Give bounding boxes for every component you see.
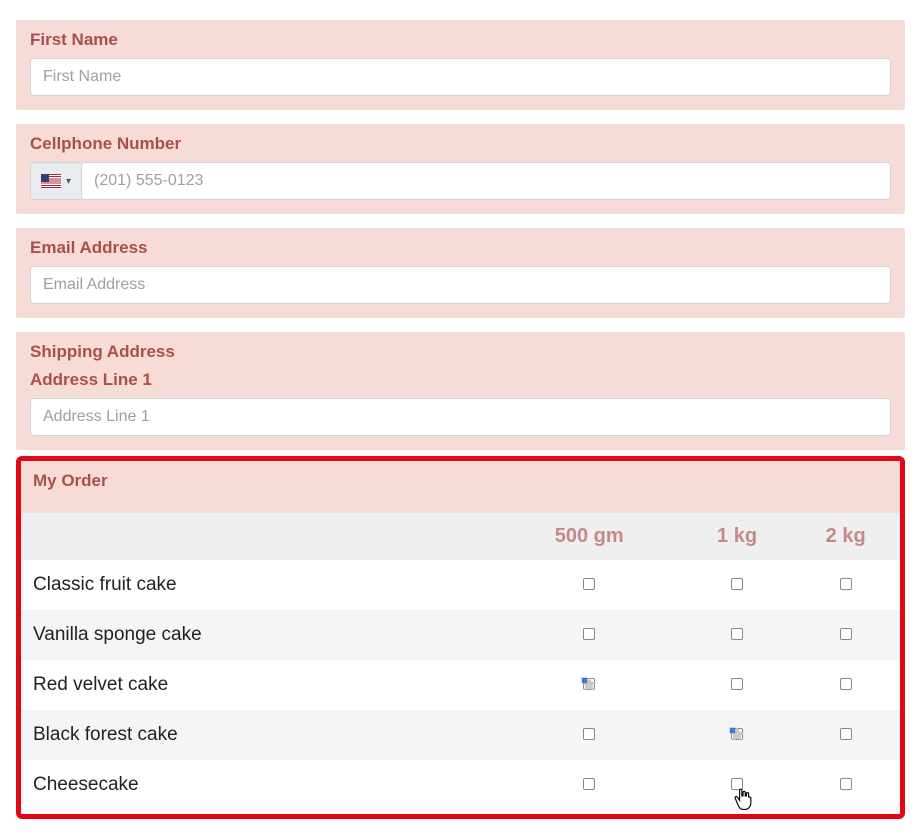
first-name-label: First Name — [30, 30, 891, 50]
email-label: Email Address — [30, 238, 891, 258]
flag-us-icon — [41, 174, 61, 188]
order-cell — [791, 560, 900, 610]
order-col-blank — [21, 513, 496, 560]
order-checkbox[interactable] — [731, 728, 743, 740]
shipping-label: Shipping Address — [30, 342, 891, 362]
order-col-1kg: 1 kg — [683, 513, 792, 560]
order-item-name: Red velvet cake — [21, 660, 496, 710]
order-item-name: Black forest cake — [21, 710, 496, 760]
order-checkbox[interactable] — [731, 778, 743, 790]
order-cell — [496, 660, 683, 710]
order-checkbox[interactable] — [583, 678, 595, 690]
order-checkbox[interactable] — [583, 628, 595, 640]
order-checkbox[interactable] — [840, 728, 852, 740]
order-checkbox[interactable] — [583, 578, 595, 590]
order-row: Red velvet cake — [21, 660, 900, 710]
order-checkbox[interactable] — [840, 628, 852, 640]
order-item-name: Vanilla sponge cake — [21, 610, 496, 660]
order-cell — [683, 560, 792, 610]
order-row: Black forest cake — [21, 710, 900, 760]
order-cell — [683, 610, 792, 660]
order-checkbox[interactable] — [583, 778, 595, 790]
order-cell — [791, 710, 900, 760]
order-row: Vanilla sponge cake — [21, 610, 900, 660]
order-cell — [496, 560, 683, 610]
order-checkbox[interactable] — [583, 728, 595, 740]
order-checkbox[interactable] — [840, 778, 852, 790]
order-checkbox[interactable] — [731, 628, 743, 640]
order-checkbox[interactable] — [731, 578, 743, 590]
cellphone-input[interactable] — [81, 162, 891, 200]
order-cell — [496, 710, 683, 760]
order-cell — [791, 660, 900, 710]
order-checkbox[interactable] — [840, 578, 852, 590]
country-flag-dropdown[interactable]: ▾ — [30, 162, 81, 200]
order-col-2kg: 2 kg — [791, 513, 900, 560]
order-cell — [683, 760, 792, 810]
order-cell — [496, 760, 683, 810]
order-cell — [791, 610, 900, 660]
order-checkbox[interactable] — [731, 678, 743, 690]
order-col-500gm: 500 gm — [496, 513, 683, 560]
order-checkbox[interactable] — [840, 678, 852, 690]
email-input[interactable] — [30, 266, 891, 304]
order-row: Cheesecake — [21, 760, 900, 810]
order-cell — [683, 710, 792, 760]
order-table: 500 gm 1 kg 2 kg Classic fruit cakeVanil… — [21, 513, 900, 810]
order-title: My Order — [33, 471, 888, 491]
order-cell — [496, 610, 683, 660]
order-item-name: Cheesecake — [21, 760, 496, 810]
order-cell — [791, 760, 900, 810]
chevron-down-icon: ▾ — [66, 176, 71, 187]
order-row: Classic fruit cake — [21, 560, 900, 610]
cellphone-label: Cellphone Number — [30, 134, 891, 154]
address-line1-label: Address Line 1 — [30, 370, 891, 390]
address-line1-input[interactable] — [30, 398, 891, 436]
order-header-row: 500 gm 1 kg 2 kg — [21, 513, 900, 560]
my-order-highlight: My Order 500 gm 1 kg 2 kg Classic fruit … — [16, 456, 905, 819]
order-item-name: Classic fruit cake — [21, 560, 496, 610]
first-name-input[interactable] — [30, 58, 891, 96]
hand-cursor-icon — [734, 788, 752, 808]
order-cell — [683, 660, 792, 710]
